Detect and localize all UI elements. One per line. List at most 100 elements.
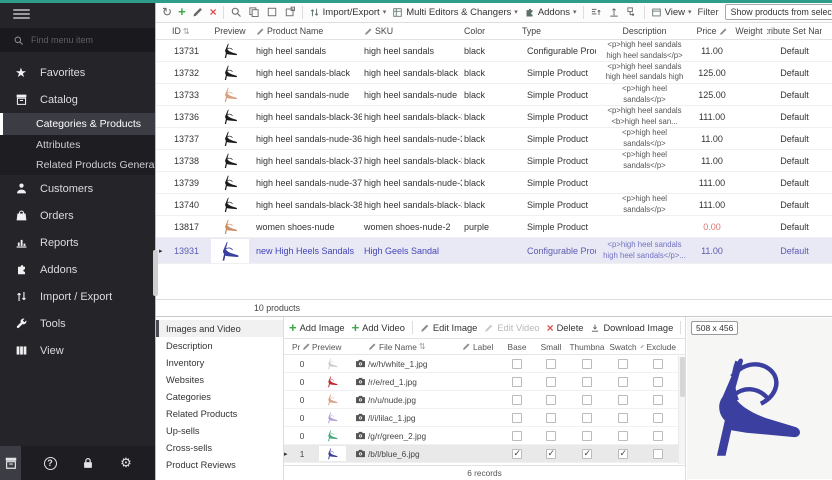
small-checkbox[interactable] bbox=[546, 413, 556, 423]
image-row[interactable]: 0/l/i/lilac_1.jpg bbox=[284, 409, 685, 427]
sidebar-item-favorites[interactable]: ★Favorites bbox=[0, 59, 155, 86]
swatch-checkbox[interactable] bbox=[618, 431, 628, 441]
images-column-header-thumbna[interactable]: Thumbna bbox=[568, 342, 606, 352]
product-row[interactable]: 13740high heel sandals-black-38high heel… bbox=[156, 194, 832, 216]
small-checkbox[interactable] bbox=[546, 431, 556, 441]
thumbnail-checkbox[interactable] bbox=[582, 449, 592, 459]
expand-rows-button[interactable] bbox=[608, 6, 620, 18]
images-column-header-label[interactable]: Label bbox=[462, 342, 500, 352]
small-checkbox[interactable] bbox=[546, 377, 556, 387]
import-export-menu[interactable]: Import/Export▾ bbox=[309, 7, 387, 18]
swatch-checkbox[interactable] bbox=[618, 377, 628, 387]
settings-footer-button[interactable]: ⚙ bbox=[107, 446, 145, 480]
add-video-button[interactable]: +Add Video bbox=[352, 323, 405, 333]
product-row[interactable]: ▸13931new High Heels SandalsHigh Geels S… bbox=[156, 238, 832, 264]
product-row[interactable]: 13731high heel sandalshigh heel sandalsb… bbox=[156, 40, 832, 62]
base-checkbox[interactable] bbox=[512, 431, 522, 441]
images-column-header-file-name[interactable]: File Name⇅ bbox=[368, 342, 462, 352]
catalog-footer-button[interactable] bbox=[0, 446, 21, 480]
exclude-checkbox[interactable] bbox=[653, 395, 663, 405]
tab-related-products[interactable]: Related Products bbox=[156, 405, 283, 422]
product-row[interactable]: 13733high heel sandals-nudehigh heel san… bbox=[156, 84, 832, 106]
tab-description[interactable]: Description bbox=[156, 337, 283, 354]
add-image-button[interactable]: +Add Image bbox=[289, 323, 345, 333]
add-product-button[interactable]: + bbox=[178, 7, 186, 17]
exclude-checkbox[interactable] bbox=[653, 449, 663, 459]
product-row[interactable]: 13739high heel sandals-nude-37high heel … bbox=[156, 172, 832, 194]
multi-editors-menu[interactable]: Multi Editors & Changers▾ bbox=[392, 7, 518, 18]
base-checkbox[interactable] bbox=[512, 395, 522, 405]
images-column-header-base[interactable]: Base bbox=[500, 342, 534, 352]
swatch-checkbox[interactable] bbox=[618, 395, 628, 405]
tab-cross-sells[interactable]: Cross-sells bbox=[156, 439, 283, 456]
product-row[interactable]: 13732high heel sandals-blackhigh heel sa… bbox=[156, 62, 832, 84]
swatch-checkbox[interactable] bbox=[618, 449, 628, 459]
images-column-header-pr[interactable]: Pr bbox=[292, 342, 312, 352]
base-checkbox[interactable] bbox=[512, 413, 522, 423]
lock-footer-button[interactable] bbox=[69, 446, 107, 480]
levels-button[interactable] bbox=[626, 6, 638, 18]
refresh-button[interactable]: ↻ bbox=[162, 7, 172, 17]
swatch-checkbox[interactable] bbox=[618, 359, 628, 369]
tab-inventory[interactable]: Inventory bbox=[156, 354, 283, 371]
products-column-header-id[interactable]: ID⇅ bbox=[170, 26, 206, 36]
base-checkbox[interactable] bbox=[512, 449, 522, 459]
sidebar-item-categories-products[interactable]: Categories & Products bbox=[0, 113, 155, 135]
images-column-header-small[interactable]: Small bbox=[534, 342, 568, 352]
exclude-checkbox[interactable] bbox=[653, 359, 663, 369]
product-row[interactable]: 13817women shoes-nudewomen shoes-nude-2p… bbox=[156, 216, 832, 238]
exclude-checkbox[interactable] bbox=[653, 413, 663, 423]
help-footer-button[interactable]: ? bbox=[31, 446, 69, 480]
copy-button[interactable] bbox=[248, 6, 260, 18]
sidebar-item-tools[interactable]: Tools bbox=[0, 310, 155, 337]
base-checkbox[interactable] bbox=[512, 377, 522, 387]
edit-image-button[interactable]: Edit Image bbox=[420, 323, 477, 333]
thumbnail-checkbox[interactable] bbox=[582, 413, 592, 423]
images-column-header-preview[interactable]: Preview bbox=[312, 342, 352, 352]
products-column-header-sku[interactable]: SKU bbox=[362, 26, 462, 36]
products-column-header-attribute-set-name[interactable]: Attribute Set Name bbox=[767, 26, 822, 36]
products-column-header-price[interactable]: Price bbox=[693, 26, 731, 36]
base-checkbox[interactable] bbox=[512, 359, 522, 369]
tab-product-reviews[interactable]: Product Reviews bbox=[156, 456, 283, 473]
edit-product-button[interactable] bbox=[192, 6, 204, 18]
tab-websites[interactable]: Websites bbox=[156, 371, 283, 388]
product-row[interactable]: 13737high heel sandals-nude-36high heel … bbox=[156, 128, 832, 150]
small-checkbox[interactable] bbox=[546, 359, 556, 369]
thumbnail-checkbox[interactable] bbox=[582, 377, 592, 387]
image-row[interactable]: 0/g/r/green_2.jpg bbox=[284, 427, 685, 445]
products-column-header-preview[interactable]: Preview bbox=[206, 26, 254, 36]
download-image-button[interactable]: Download Image bbox=[590, 323, 673, 333]
image-row[interactable]: ▸1/b/l/blue_6.jpg bbox=[284, 445, 685, 463]
small-checkbox[interactable] bbox=[546, 449, 556, 459]
menu-search-input[interactable] bbox=[31, 35, 136, 45]
products-column-header-product-name[interactable]: Product Name bbox=[254, 26, 362, 36]
products-column-header-type[interactable]: Type bbox=[520, 26, 596, 36]
sidebar-item-related-products-generator[interactable]: Related Products Generator bbox=[0, 155, 155, 175]
search-products-button[interactable] bbox=[230, 6, 242, 18]
collapse-all-button[interactable] bbox=[590, 6, 602, 18]
sidebar-item-addons[interactable]: Addons bbox=[0, 256, 155, 283]
small-checkbox[interactable] bbox=[546, 395, 556, 405]
delete-product-button[interactable]: × bbox=[210, 7, 217, 17]
images-column-header-exclude[interactable]: Exclude bbox=[640, 342, 676, 352]
delete-image-button[interactable]: ×Delete bbox=[547, 323, 584, 333]
sidebar-item-catalog[interactable]: Catalog bbox=[0, 86, 155, 113]
tab-images-and-video[interactable]: Images and Video bbox=[156, 320, 283, 337]
products-column-header-description[interactable]: Description bbox=[596, 26, 693, 36]
sidebar-item-attributes[interactable]: Attributes bbox=[0, 135, 155, 155]
products-column-header-weight[interactable]: Weight bbox=[731, 26, 767, 36]
exclude-checkbox[interactable] bbox=[653, 431, 663, 441]
images-scrollbar[interactable] bbox=[678, 356, 685, 464]
product-row[interactable]: 13736high heel sandals-black-36high heel… bbox=[156, 106, 832, 128]
sidebar-item-import-export[interactable]: Import / Export bbox=[0, 283, 155, 310]
product-row[interactable]: 13738high heel sandals-black-37high heel… bbox=[156, 150, 832, 172]
addons-menu[interactable]: Addons▾ bbox=[524, 7, 577, 18]
thumbnail-checkbox[interactable] bbox=[582, 359, 592, 369]
sidebar-splitter[interactable] bbox=[153, 250, 158, 296]
category-filter-select[interactable]: Show products from selected categories▾ bbox=[725, 4, 832, 20]
sidebar-item-orders[interactable]: Orders bbox=[0, 202, 155, 229]
exclude-checkbox[interactable] bbox=[653, 377, 663, 387]
sidebar-item-view[interactable]: View bbox=[0, 337, 155, 364]
images-column-header-swatch[interactable]: Swatch bbox=[606, 342, 640, 352]
